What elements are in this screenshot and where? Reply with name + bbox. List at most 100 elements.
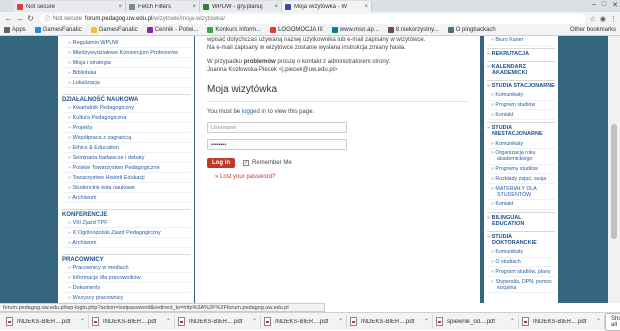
- left-sidebar-link[interactable]: Biblioteka: [62, 68, 190, 78]
- right-sidebar-heading[interactable]: STUDIA NIESTACJONARNE: [487, 122, 555, 139]
- download-caret-icon[interactable]: ⌃: [510, 318, 515, 325]
- browser-tab[interactable]: Moja wizytówka - W ×: [282, 1, 372, 12]
- left-sidebar-link[interactable]: Międzywydziałowe Konsorcjum Profesorów: [62, 48, 190, 58]
- right-sidebar-heading[interactable]: KALENDARZ AKADEMICKI: [487, 60, 555, 78]
- lost-password-link[interactable]: Lost your password?: [215, 174, 468, 180]
- left-sidebar-link[interactable]: Pracownicy w mediach: [62, 263, 190, 273]
- login-button[interactable]: Log in: [207, 158, 235, 168]
- browser-tab[interactable]: Not secure ×: [14, 1, 126, 12]
- download-caret-icon[interactable]: ⌃: [166, 318, 171, 325]
- bookmark-item[interactable]: GamesFanatic: [90, 27, 138, 33]
- tab-close-icon[interactable]: ×: [364, 4, 368, 10]
- left-sidebar-link[interactable]: Ethics & Education: [62, 143, 190, 153]
- bookmark-item[interactable]: 8.niekorzystny...: [387, 27, 439, 33]
- info-icon[interactable]: ⓘ: [44, 14, 50, 23]
- password-input[interactable]: ••••••••: [207, 139, 347, 150]
- right-sidebar-link[interactable]: Stypendia, DPN, pomoc socjalna: [487, 277, 555, 293]
- menu-icon[interactable]: ⋮: [610, 15, 617, 23]
- download-item[interactable]: INDEKS-BIER....pdf ⌃: [347, 314, 433, 329]
- download-caret-icon[interactable]: ⌃: [338, 318, 343, 325]
- left-sidebar-link[interactable]: Współpraca z zagranicą: [62, 133, 190, 143]
- download-caret-icon[interactable]: ⌃: [424, 318, 429, 325]
- left-sidebar-link[interactable]: VIII Zjazd TPF: [62, 218, 190, 228]
- right-sidebar-link[interactable]: Komunikaty: [487, 91, 555, 101]
- download-item[interactable]: INDEKS-BIER....pdf ⌃: [89, 314, 175, 329]
- right-sidebar-link[interactable]: Rozkłady zajęć, sesja: [487, 174, 555, 185]
- left-sidebar-link[interactable]: Polskie Towarzystwo Pedagogiczne: [62, 163, 190, 173]
- minimize-icon[interactable]: –: [592, 1, 596, 9]
- left-sidebar-heading[interactable]: PRACOWNICY: [62, 254, 190, 263]
- right-sidebar-link[interactable]: Program studiów: [487, 101, 555, 111]
- right-sidebar-link[interactable]: Biuro Karier: [487, 36, 555, 46]
- download-item[interactable]: INDEKS-BIER....pdf ⌃: [3, 314, 89, 329]
- right-sidebar-link[interactable]: Komunikaty: [487, 248, 555, 258]
- download-item[interactable]: INDEKS-BIER....pdf ⌃: [261, 314, 347, 329]
- right-sidebar-heading[interactable]: REKRUTACJA: [487, 47, 555, 59]
- right-sidebar-link[interactable]: Kontakt: [487, 200, 555, 210]
- right-sidebar-link[interactable]: Komunikaty: [487, 139, 555, 149]
- left-sidebar-link[interactable]: Towarzystwo Historii Edukacji: [62, 173, 190, 183]
- left-sidebar-heading[interactable]: DZIAŁALNOŚĆ NAUKOWA: [62, 94, 190, 103]
- scrollbar[interactable]: [608, 36, 620, 303]
- bookmark-item[interactable]: O pingbackach: [447, 27, 496, 33]
- show-all-button[interactable]: Show all: [605, 312, 620, 331]
- maximize-icon[interactable]: □: [602, 1, 606, 9]
- browser-tab[interactable]: Fetch Filters ×: [126, 1, 200, 12]
- right-sidebar-heading[interactable]: STUDIA STACJONARNE: [487, 79, 555, 91]
- left-sidebar-link[interactable]: Kultura Pedagogiczna: [62, 113, 190, 123]
- left-sidebar-link[interactable]: Projekty: [62, 123, 190, 133]
- bookmark-item[interactable]: Cennik - Potwi...: [146, 27, 198, 33]
- left-sidebar-link[interactable]: Informacje dla pracowników: [62, 273, 190, 283]
- download-item[interactable]: INDEKS-BIER....pdf ⌃: [519, 314, 605, 329]
- pdf-file-icon: [6, 317, 13, 326]
- close-window-icon[interactable]: ✕: [612, 1, 618, 9]
- right-sidebar-link[interactable]: O studiach: [487, 258, 555, 268]
- left-sidebar-link[interactable]: Archiwum: [62, 193, 190, 203]
- bookmark-item[interactable]: Konkurs Inform...: [207, 27, 261, 33]
- logged-in-link[interactable]: logged in: [242, 109, 266, 115]
- remember-me[interactable]: ✓ Remember Me: [243, 160, 292, 166]
- left-sidebar-link[interactable]: Seminaria badawcze i debaty: [62, 153, 190, 163]
- right-sidebar-heading[interactable]: BILINGUAL EDUCATION: [487, 211, 555, 229]
- left-sidebar-link[interactable]: X Ogólnopolski Zjazd Pedagogiczny: [62, 228, 190, 238]
- bookmark-item[interactable]: LOGOMOCJA III: [270, 27, 323, 33]
- star-icon[interactable]: ☆: [590, 15, 596, 23]
- back-icon[interactable]: ←: [3, 14, 14, 23]
- other-bookmarks[interactable]: Other bookmarks: [570, 27, 616, 33]
- right-sidebar-heading[interactable]: STUDIA DOKTORANCKIE: [487, 230, 555, 248]
- bookmark-item[interactable]: Apps: [4, 27, 26, 33]
- download-caret-icon[interactable]: ⌃: [252, 318, 257, 325]
- download-item[interactable]: spiewnik_od....pdf ⌃: [433, 314, 519, 329]
- download-caret-icon[interactable]: ⌃: [80, 318, 85, 325]
- right-sidebar-link[interactable]: MATERIAŁY DLA STUDENTÓW: [487, 184, 555, 201]
- left-sidebar-link[interactable]: Misja i strategia: [62, 58, 190, 68]
- remember-checkbox[interactable]: ✓: [243, 160, 249, 166]
- right-sidebar-link[interactable]: Program studiów, plany: [487, 267, 555, 278]
- left-sidebar-link[interactable]: Studenckie koła naukowe: [62, 183, 190, 193]
- bookmark-icon: [146, 27, 153, 33]
- right-sidebar-link[interactable]: Kontakt: [487, 110, 555, 121]
- left-sidebar-link[interactable]: Regulamin WPUW: [62, 38, 190, 48]
- tab-close-icon[interactable]: ×: [118, 4, 122, 10]
- reload-icon[interactable]: ↻: [25, 14, 36, 23]
- left-sidebar-link[interactable]: Archiwum: [62, 238, 190, 248]
- url-input[interactable]: ⓘ Not secure forum.pedagog.uw.edu.pl /wi…: [40, 13, 586, 24]
- left-sidebar-link[interactable]: Dokumenty: [62, 283, 190, 293]
- bookmark-item[interactable]: GamesFanatic: [34, 27, 82, 33]
- scrollbar-thumb[interactable]: [611, 124, 617, 239]
- right-sidebar-link[interactable]: Programy studiów: [487, 165, 555, 175]
- right-sidebar-link[interactable]: Organizacja roku akademickiego: [487, 149, 555, 165]
- tab-close-icon[interactable]: ×: [274, 4, 278, 10]
- left-sidebar-link[interactable]: Wszyscy pracownicy: [62, 293, 190, 303]
- username-input[interactable]: Username: [207, 122, 347, 133]
- download-caret-icon[interactable]: ⌃: [596, 318, 601, 325]
- browser-tab[interactable]: WPUW - gry.planuj ×: [200, 1, 282, 12]
- left-sidebar-heading[interactable]: KONFERENCJE: [62, 209, 190, 218]
- download-item[interactable]: INDEKS-BIER....pdf ⌃: [175, 314, 261, 329]
- tab-close-icon[interactable]: ×: [192, 4, 196, 10]
- left-sidebar-link[interactable]: Kwartalnik Pedagogiczny: [62, 103, 190, 113]
- bookmark-item[interactable]: www.msn.ap...: [331, 27, 379, 33]
- forward-icon[interactable]: →: [14, 14, 25, 23]
- left-sidebar-link[interactable]: Lokalizacja: [62, 78, 190, 88]
- extension-icon[interactable]: ◉: [600, 15, 606, 23]
